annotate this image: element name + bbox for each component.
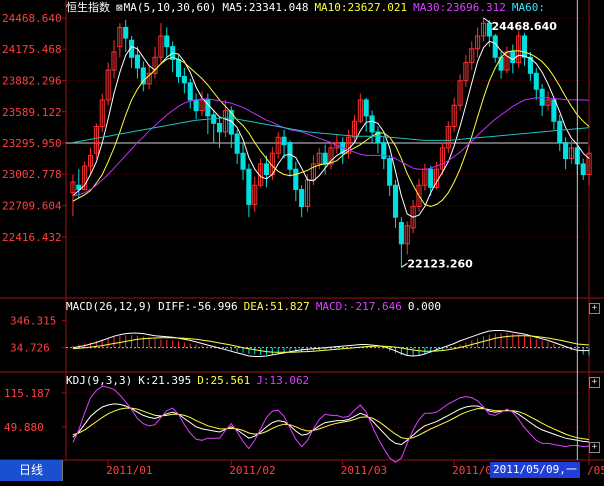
main-legend: 恒生指数 ⊠MA(5,10,30,60) MA5:23341.048 MA10:236… [66,1,586,15]
candle-body [428,168,434,188]
kdj-line-d [72,407,590,440]
candle-body [363,99,369,117]
low-price-label: 22123.260 [407,257,473,270]
candle-body [240,152,246,170]
kdj-d-value: D:25.561 [197,374,251,387]
hsi-kline-chart-window: 24468.640 24175.468 23882.296 23589.122 2329… [0,0,604,482]
x-tick-label: 2011/02 [229,464,275,477]
main-y-tick-label: 24175.468 [2,43,62,56]
candle-body [387,158,393,186]
candle-body [181,75,187,84]
candle-body [551,99,557,122]
candle-body [193,99,199,112]
candle-body [539,88,545,106]
macd-dea-value: DEA:51.827 [243,300,310,313]
candle-body [580,163,586,176]
candle-body [263,163,270,176]
candle-body [175,58,182,77]
x-tick-label: /05 [587,464,604,477]
candle-body [246,168,252,205]
candle-body [164,35,170,48]
candle-body [187,82,193,101]
kdj-y-tick-label: 115.187 [4,387,50,400]
candle-body [234,133,240,154]
macd-diff-value: DIFF:-56.996 [158,300,238,313]
candle-body [299,188,305,208]
candle-body [563,142,569,160]
ma-params-label: MA(5,10,30,60) [123,1,217,14]
candle-body [510,51,516,64]
ma10-value: MA10:23627.021 [314,1,408,14]
candle-body [322,152,328,165]
candle-body [381,142,387,160]
kdj-k-value: K:21.395 [138,374,192,387]
macd-extra-value: 0.000 [407,300,442,313]
candle-body [521,35,528,58]
ma60-value: MA60: [511,1,545,14]
candle-body [369,115,375,133]
macd-title: MACD(26,12,9) [66,300,153,313]
x-tick-label: 2011/01 [106,464,152,477]
main-y-tick-label: 23002.778 [2,168,62,181]
main-y-tick-label: 23589.122 [2,106,62,119]
candle-body [392,184,399,218]
macd-expand-button[interactable]: + [589,303,600,314]
candle-body [533,72,539,90]
main-y-tick-label: 23295.950 [2,137,62,150]
candle-body [293,168,299,190]
high-price-label: 24468.640 [491,20,557,33]
macd-line-dea [72,335,590,353]
candle-body [281,136,287,146]
main-y-tick-label: 22416.432 [2,231,62,244]
chart-canvas[interactable]: 24468.640 24175.468 23882.296 23589.122 2329… [0,0,604,482]
ma5-value: MA5:23341.048 [222,1,309,14]
main-y-tick-label: 24468.640 [2,12,62,25]
main-y-tick-label: 22709.604 [2,200,62,213]
candle-body [557,120,563,144]
candle-body [134,54,141,69]
period-tab-daily[interactable]: 日线 [0,460,63,481]
kdj-y-tick-label: 49.880 [4,421,44,434]
kdj-expand-button[interactable]: + [589,377,600,388]
candle-body [123,26,129,39]
candle-body [492,35,498,58]
kdj-j-value: J:13.062 [256,374,310,387]
panel-add-button[interactable]: + [589,442,600,453]
macd-legend: MACD(26,12,9) DIFF:-56.996 DEA:51.827 MACD:… [66,300,576,314]
index-name: 恒生指数 [66,1,110,14]
macd-y-tick-label: 34.726 [10,342,50,355]
candle-body [217,122,223,133]
cursor-date-readout: 2011/05/09,一 [490,462,580,478]
kdj-title: KDJ(9,3,3) [66,374,133,387]
ma30-value: MA30:23696.312 [413,1,506,14]
ma-toggle-icon[interactable]: ⊠ [116,1,123,14]
main-y-tick-label: 23882.296 [2,74,62,87]
macd-hist-value: MACD:-217.646 [315,300,402,313]
x-tick-label: 2011/03 [341,464,387,477]
candle-body [287,142,293,170]
candle-body [398,222,404,245]
macd-y-tick-label: 346.315 [10,315,56,328]
macd-line-diff [72,330,590,357]
x-tick-label: 2011/0 [452,464,492,477]
kdj-legend: KDJ(9,3,3) K:21.395 D:25.561 J:13.062 [66,374,576,388]
